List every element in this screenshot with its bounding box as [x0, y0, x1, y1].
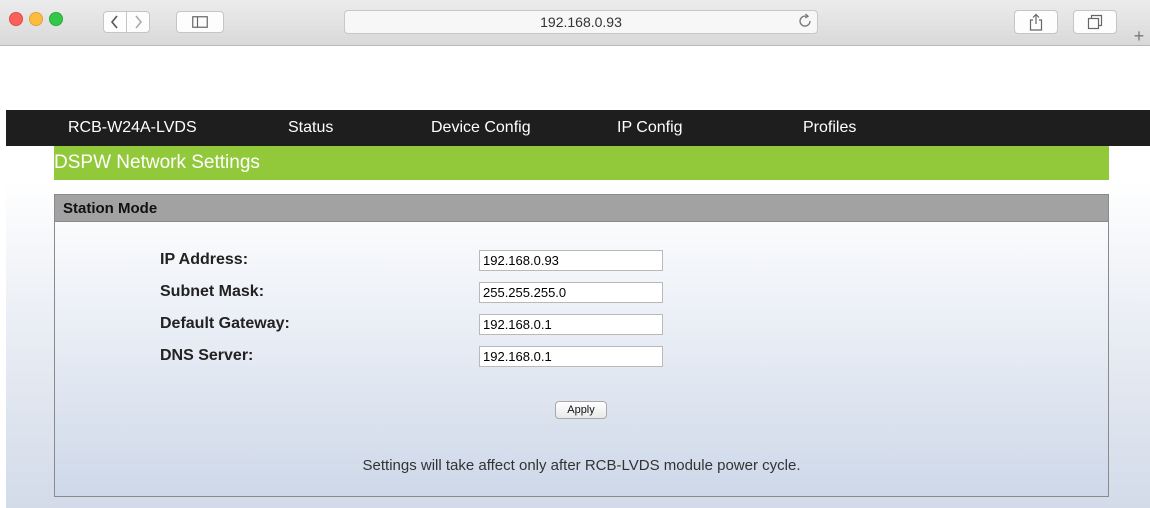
default-gateway-label: Default Gateway: [160, 315, 290, 332]
new-tab-button[interactable]: + [1128, 26, 1150, 46]
share-icon [1029, 13, 1043, 31]
tabs-overview-icon [1087, 14, 1103, 30]
chevron-right-icon [135, 15, 143, 29]
site-nav: RCB-W24A-LVDS Status Device Config IP Co… [6, 110, 1150, 146]
forward-button[interactable] [126, 11, 150, 33]
back-button[interactable] [103, 11, 127, 33]
subnet-mask-input[interactable] [479, 282, 663, 303]
reload-icon[interactable] [797, 13, 813, 29]
dns-server-label: DNS Server: [160, 347, 254, 364]
power-cycle-note: Settings will take affect only after RCB… [362, 457, 801, 474]
chevron-left-icon [110, 15, 118, 29]
plus-icon: + [1133, 25, 1145, 46]
url-text: 192.168.0.93 [540, 14, 622, 30]
nav-item-status[interactable]: Status [288, 110, 333, 146]
default-gateway-input[interactable] [479, 314, 663, 335]
panel-title: Station Mode [55, 195, 1108, 222]
browser-toolbar: 192.168.0.93 + [0, 0, 1150, 46]
zoom-window-button[interactable] [49, 12, 63, 26]
dns-server-input[interactable] [479, 346, 663, 367]
nav-item-ip-config[interactable]: IP Config [617, 110, 683, 146]
minimize-window-button[interactable] [29, 12, 43, 26]
show-tabs-button[interactable] [1073, 10, 1117, 34]
address-bar[interactable]: 192.168.0.93 [344, 10, 818, 34]
sidebar-toggle-button[interactable] [176, 11, 224, 33]
subnet-mask-label: Subnet Mask: [160, 283, 265, 300]
ip-address-label: IP Address: [160, 251, 249, 268]
share-button[interactable] [1014, 10, 1058, 34]
nav-item-profiles[interactable]: Profiles [803, 110, 856, 146]
section-header: DSPW Network Settings [54, 146, 1109, 180]
apply-button[interactable]: Apply [555, 401, 607, 419]
nav-item-home[interactable]: RCB-W24A-LVDS [68, 110, 197, 146]
close-window-button[interactable] [9, 12, 23, 26]
page-title: DSPW Network Settings [54, 152, 260, 173]
sidebar-icon [192, 16, 208, 28]
ip-address-input[interactable] [479, 250, 663, 271]
station-mode-panel: Station Mode IP Address: Subnet Mask: De… [54, 194, 1109, 497]
nav-item-device-config[interactable]: Device Config [431, 110, 531, 146]
